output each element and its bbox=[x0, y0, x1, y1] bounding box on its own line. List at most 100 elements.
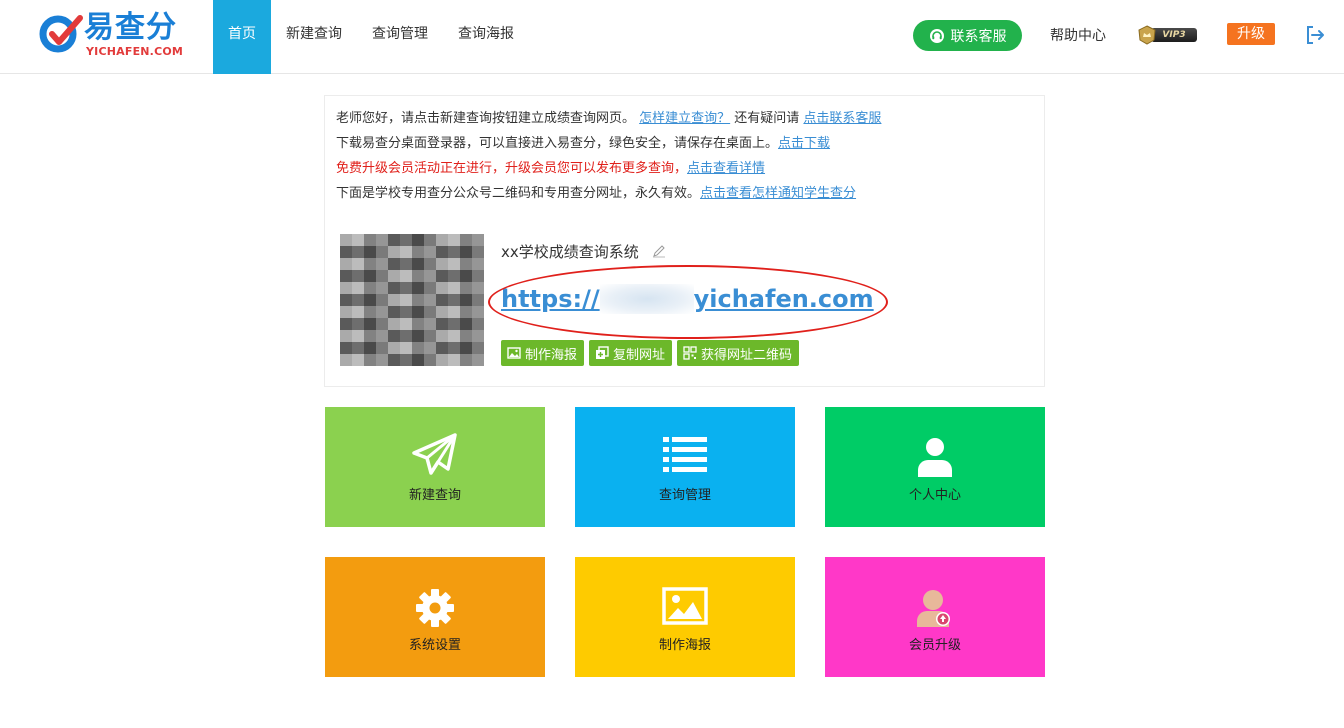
contact-service-link[interactable]: 点击联系客服 bbox=[803, 111, 881, 126]
qr-pixel bbox=[460, 234, 472, 246]
tile-query-manage-label: 查询管理 bbox=[658, 488, 711, 503]
qr-pixel bbox=[376, 354, 388, 366]
qr-pixel bbox=[448, 270, 460, 282]
qr-pixel bbox=[424, 234, 436, 246]
tile-personal-center[interactable]: 个人中心 bbox=[825, 407, 1045, 527]
qr-pixel bbox=[460, 318, 472, 330]
qr-pixel bbox=[352, 306, 364, 318]
qr-pixel bbox=[364, 246, 376, 258]
nav-new-query[interactable]: 新建查询 bbox=[271, 0, 357, 74]
url-suffix: yichafen.com bbox=[693, 285, 874, 313]
qr-pixel bbox=[388, 234, 400, 246]
tile-new-query[interactable]: 新建查询 bbox=[325, 407, 545, 527]
qr-pixel bbox=[436, 258, 448, 270]
nav-query-manage[interactable]: 查询管理 bbox=[357, 0, 443, 74]
qr-pixel bbox=[400, 294, 412, 306]
qr-pixel bbox=[388, 342, 400, 354]
qr-pixel bbox=[376, 234, 388, 246]
info-line-1-mid: 还有疑问请 bbox=[730, 111, 804, 126]
qr-pixel bbox=[412, 330, 424, 342]
help-center-link[interactable]: 帮助中心 bbox=[1050, 25, 1106, 45]
make-poster-button[interactable]: 制作海报 bbox=[501, 340, 585, 366]
url-blurred-segment bbox=[599, 284, 694, 314]
qr-pixel bbox=[400, 318, 412, 330]
member-upgrade-icon bbox=[917, 590, 950, 627]
copy-url-button[interactable]: 复制网址 bbox=[589, 340, 673, 366]
info-line-1: 老师您好，请点击新建查询按钮建立成绩查询网页。 怎样建立查询？ 还有疑问请 点击… bbox=[336, 110, 881, 128]
nav-home[interactable]: 首页 bbox=[213, 0, 271, 74]
qr-pixel bbox=[352, 258, 364, 270]
logo-text: 易查分 bbox=[84, 10, 177, 45]
logo[interactable]: 易查分 YICHAFEN.COM bbox=[38, 10, 188, 62]
qr-pixel bbox=[388, 330, 400, 342]
edit-pencil-icon[interactable] bbox=[652, 244, 666, 258]
qr-pixel bbox=[340, 270, 352, 282]
qr-pixel bbox=[352, 318, 364, 330]
how-to-create-link[interactable]: 怎样建立查询？ bbox=[639, 111, 730, 126]
qr-pixel bbox=[424, 342, 436, 354]
details-link[interactable]: 点击查看详情 bbox=[687, 161, 765, 176]
query-url-link[interactable]: https:// yichafen.com bbox=[501, 284, 874, 314]
qr-pixel bbox=[448, 330, 460, 342]
qr-pixel bbox=[424, 330, 436, 342]
headset-icon bbox=[929, 28, 944, 43]
qr-pixel bbox=[376, 318, 388, 330]
qr-pixel bbox=[472, 342, 484, 354]
contact-service-button[interactable]: 联系客服 bbox=[913, 20, 1022, 51]
qr-pixel bbox=[352, 342, 364, 354]
gear-icon bbox=[416, 589, 454, 627]
qr-pixel bbox=[388, 282, 400, 294]
qr-pixel bbox=[472, 270, 484, 282]
qr-pixel bbox=[436, 354, 448, 366]
qr-pixel bbox=[460, 270, 472, 282]
qr-pixel bbox=[436, 342, 448, 354]
qr-pixel bbox=[460, 246, 472, 258]
top-header: 易查分 YICHAFEN.COM 首页 新建查询 查询管理 查询海报 联系客服 … bbox=[0, 0, 1344, 74]
system-name-text: xx学校成绩查询系统 bbox=[501, 243, 639, 261]
qr-pixel bbox=[400, 234, 412, 246]
qr-pixel bbox=[472, 330, 484, 342]
qr-pixel bbox=[364, 306, 376, 318]
qr-pixel bbox=[352, 330, 364, 342]
qr-pixel bbox=[412, 342, 424, 354]
qr-pixel bbox=[340, 234, 352, 246]
user-icon bbox=[918, 438, 952, 477]
logo-check-icon bbox=[39, 15, 83, 53]
tile-system-settings[interactable]: 系统设置 bbox=[325, 557, 545, 677]
qr-pixel bbox=[376, 342, 388, 354]
copy-url-label: 复制网址 bbox=[613, 347, 666, 363]
qr-pixel bbox=[388, 246, 400, 258]
qr-pixel bbox=[400, 354, 412, 366]
qr-pixel bbox=[424, 318, 436, 330]
qr-pixel bbox=[448, 318, 460, 330]
qr-pixel bbox=[376, 270, 388, 282]
qr-pixel bbox=[388, 354, 400, 366]
qr-pixel bbox=[352, 294, 364, 306]
upgrade-button[interactable]: 升级 bbox=[1227, 23, 1275, 45]
qr-pixel bbox=[472, 246, 484, 258]
qr-pixel bbox=[424, 246, 436, 258]
qr-code-image bbox=[340, 234, 484, 366]
qr-pixel bbox=[376, 258, 388, 270]
logout-icon[interactable] bbox=[1304, 24, 1326, 46]
qr-pixel bbox=[388, 258, 400, 270]
qr-pixel bbox=[388, 318, 400, 330]
qr-pixel bbox=[424, 258, 436, 270]
qr-pixel bbox=[400, 306, 412, 318]
get-qr-button[interactable]: 获得网址二维码 bbox=[677, 340, 800, 366]
nav-query-poster[interactable]: 查询海报 bbox=[443, 0, 529, 74]
tile-member-upgrade[interactable]: 会员升级 bbox=[825, 557, 1045, 677]
tile-make-poster[interactable]: 制作海报 bbox=[575, 557, 795, 677]
make-poster-label: 制作海报 bbox=[525, 347, 578, 363]
vip-badge[interactable]: VIP3 bbox=[1137, 25, 1197, 45]
qr-pixel bbox=[376, 330, 388, 342]
qr-pixel bbox=[376, 246, 388, 258]
qr-pixel bbox=[448, 234, 460, 246]
qr-pixel bbox=[460, 294, 472, 306]
qr-pixel bbox=[340, 354, 352, 366]
qr-pixel bbox=[424, 306, 436, 318]
notify-students-link[interactable]: 点击查看怎样通知学生查分 bbox=[700, 186, 856, 201]
qr-pixel bbox=[412, 282, 424, 294]
download-link[interactable]: 点击下载 bbox=[778, 136, 830, 151]
tile-query-manage[interactable]: 查询管理 bbox=[575, 407, 795, 527]
